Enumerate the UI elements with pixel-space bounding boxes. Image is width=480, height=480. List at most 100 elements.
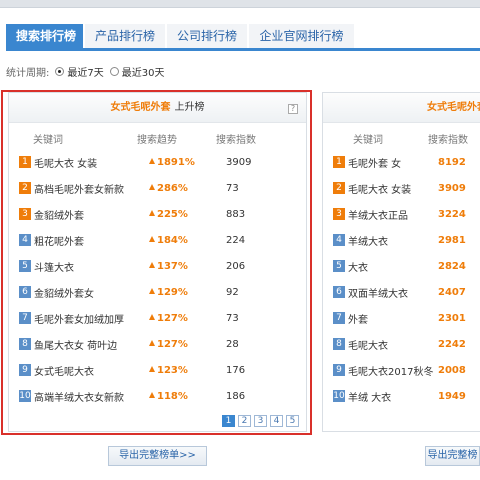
rank-badge: 4 (19, 234, 31, 246)
keyword-link[interactable]: 粗花呢外套 (34, 233, 154, 248)
rank-badge: 2 (19, 182, 31, 194)
rank-badge: 3 (19, 208, 31, 220)
pagination: 12345 (222, 415, 302, 427)
keyword-link[interactable]: 女式毛呢大衣 (34, 363, 154, 378)
search-index: 2008 (438, 364, 466, 376)
search-index: 73 (226, 182, 239, 194)
keyword-link[interactable]: 毛呢大衣 女装 (348, 181, 440, 196)
table-row[interactable]: 4 粗花呢外套 184% 224 (19, 227, 304, 253)
radio-30-days[interactable] (109, 66, 119, 76)
ranking-list: 1 毛呢大衣 女装 1891% 3909 2 高档毛呢外套女新款 286% 73 3 金貂绒外套 2… (19, 149, 304, 409)
panel-title-keyword: 女式毛呢外套 (427, 102, 480, 113)
keyword-link[interactable]: 羊绒大衣 (348, 233, 440, 248)
trend-percent: 123% (157, 364, 188, 376)
keyword-link[interactable]: 鱼尾大衣女 荷叶边 (34, 337, 154, 352)
table-row[interactable]: 7 毛呢外套女加绒加厚 127% 73 (19, 305, 304, 331)
table-row[interactable]: 6 金貂绒外套女 129% 92 (19, 279, 304, 305)
tab-search-ranking[interactable]: 搜索排行榜 (6, 24, 83, 48)
table-row[interactable]: 6 双面羊绒大衣 2407 (333, 279, 480, 305)
keyword-link[interactable]: 外套 (348, 311, 440, 326)
table-row[interactable]: 10 高端羊绒大衣女新款 118% 186 (19, 383, 304, 409)
panel-title-keyword: 女式毛呢外套 (110, 102, 171, 113)
rank-badge: 6 (333, 286, 345, 298)
help-icon[interactable]: ? (288, 104, 298, 114)
search-index: 92 (226, 286, 239, 298)
keyword-link[interactable]: 金貂绒外套女 (34, 285, 154, 300)
panel-title: 女式毛呢外套 (323, 93, 480, 123)
trend-value: 123% (149, 365, 188, 376)
trend-value: 1891% (149, 157, 195, 168)
table-row[interactable]: 4 羊绒大衣 2981 (333, 227, 480, 253)
export-full-list-button-right[interactable]: 导出完整榜 (425, 446, 480, 466)
table-row[interactable]: 9 女式毛呢大衣 123% 176 (19, 357, 304, 383)
rank-badge: 2 (333, 182, 345, 194)
radio-7-days[interactable] (55, 66, 65, 76)
keyword-link[interactable]: 毛呢外套女加绒加厚 (34, 311, 154, 326)
trend-percent: 225% (157, 208, 188, 220)
header-index: 搜索指数 (428, 135, 468, 146)
header-keyword: 关键词 (353, 135, 383, 146)
table-row[interactable]: 3 金貂绒外套 225% 883 (19, 201, 304, 227)
keyword-link[interactable]: 毛呢大衣2017秋冬 (348, 363, 440, 378)
rank-badge: 8 (333, 338, 345, 350)
trend-value: 127% (149, 339, 188, 350)
trend-value: 129% (149, 287, 188, 298)
keyword-link[interactable]: 毛呢大衣 女装 (34, 155, 154, 170)
rising-ranking-panel: 女式毛呢外套 上升榜 ? 关键词 搜索趋势 搜索指数 1 毛呢大衣 女装 1891% 3… (8, 92, 307, 432)
trend-percent: 127% (157, 338, 188, 350)
header-keyword: 关键词 (33, 135, 63, 146)
rank-badge: 1 (333, 156, 345, 168)
table-row[interactable]: 1 毛呢外套 女 8192 (333, 149, 480, 175)
table-row[interactable]: 8 鱼尾大衣女 荷叶边 127% 28 (19, 331, 304, 357)
table-row[interactable]: 2 高档毛呢外套女新款 286% 73 (19, 175, 304, 201)
trend-value: 137% (149, 261, 188, 272)
page-1-button[interactable]: 1 (222, 415, 235, 427)
search-index: 1949 (438, 390, 466, 402)
search-index: 2407 (438, 286, 466, 298)
table-row[interactable]: 5 斗篷大衣 137% 206 (19, 253, 304, 279)
tab-company-ranking[interactable]: 公司排行榜 (167, 24, 247, 48)
search-index: 8192 (438, 156, 466, 168)
up-arrow-icon (149, 209, 155, 216)
rank-badge: 1 (19, 156, 31, 168)
trend-percent: 137% (157, 260, 188, 272)
table-row[interactable]: 3 羊绒大衣正品 3224 (333, 201, 480, 227)
keyword-link[interactable]: 高档毛呢外套女新款 (34, 181, 154, 196)
table-row[interactable]: 8 毛呢大衣 2242 (333, 331, 480, 357)
tab-website-ranking[interactable]: 企业官网排行榜 (249, 24, 354, 48)
search-index: 3224 (438, 208, 466, 220)
up-arrow-icon (149, 261, 155, 268)
table-row[interactable]: 10 羊绒 大衣 1949 (333, 383, 480, 409)
keyword-link[interactable]: 大衣 (348, 259, 440, 274)
table-row[interactable]: 1 毛呢大衣 女装 1891% 3909 (19, 149, 304, 175)
radio-30-days-label[interactable]: 最近30天 (122, 64, 165, 79)
page-4-button[interactable]: 4 (270, 415, 283, 427)
keyword-link[interactable]: 羊绒 大衣 (348, 389, 440, 404)
table-row[interactable]: 7 外套 2301 (333, 305, 480, 331)
rank-badge: 7 (19, 312, 31, 324)
table-row[interactable]: 5 大衣 2824 (333, 253, 480, 279)
keyword-link[interactable]: 毛呢外套 女 (348, 155, 440, 170)
table-row[interactable]: 2 毛呢大衣 女装 3909 (333, 175, 480, 201)
keyword-link[interactable]: 双面羊绒大衣 (348, 285, 440, 300)
trend-percent: 127% (157, 312, 188, 324)
keyword-link[interactable]: 毛呢大衣 (348, 337, 440, 352)
keyword-link[interactable]: 高端羊绒大衣女新款 (34, 389, 154, 404)
up-arrow-icon (149, 235, 155, 242)
tab-product-ranking[interactable]: 产品排行榜 (85, 24, 165, 48)
keyword-link[interactable]: 斗篷大衣 (34, 259, 154, 274)
page-2-button[interactable]: 2 (238, 415, 251, 427)
radio-7-days-label[interactable]: 最近7天 (67, 64, 103, 79)
page-5-button[interactable]: 5 (286, 415, 299, 427)
rank-badge: 5 (333, 260, 345, 272)
keyword-link[interactable]: 羊绒大衣正品 (348, 207, 440, 222)
table-row[interactable]: 9 毛呢大衣2017秋冬 2008 (333, 357, 480, 383)
keyword-link[interactable]: 金貂绒外套 (34, 207, 154, 222)
page-3-button[interactable]: 3 (254, 415, 267, 427)
export-full-list-button[interactable]: 导出完整榜单>> (108, 446, 207, 466)
rank-badge: 10 (19, 390, 31, 402)
trend-percent: 184% (157, 234, 188, 246)
panel-title-suffix: 上升榜 (174, 102, 205, 113)
up-arrow-icon (149, 183, 155, 190)
header-index: 搜索指数 (216, 135, 256, 146)
